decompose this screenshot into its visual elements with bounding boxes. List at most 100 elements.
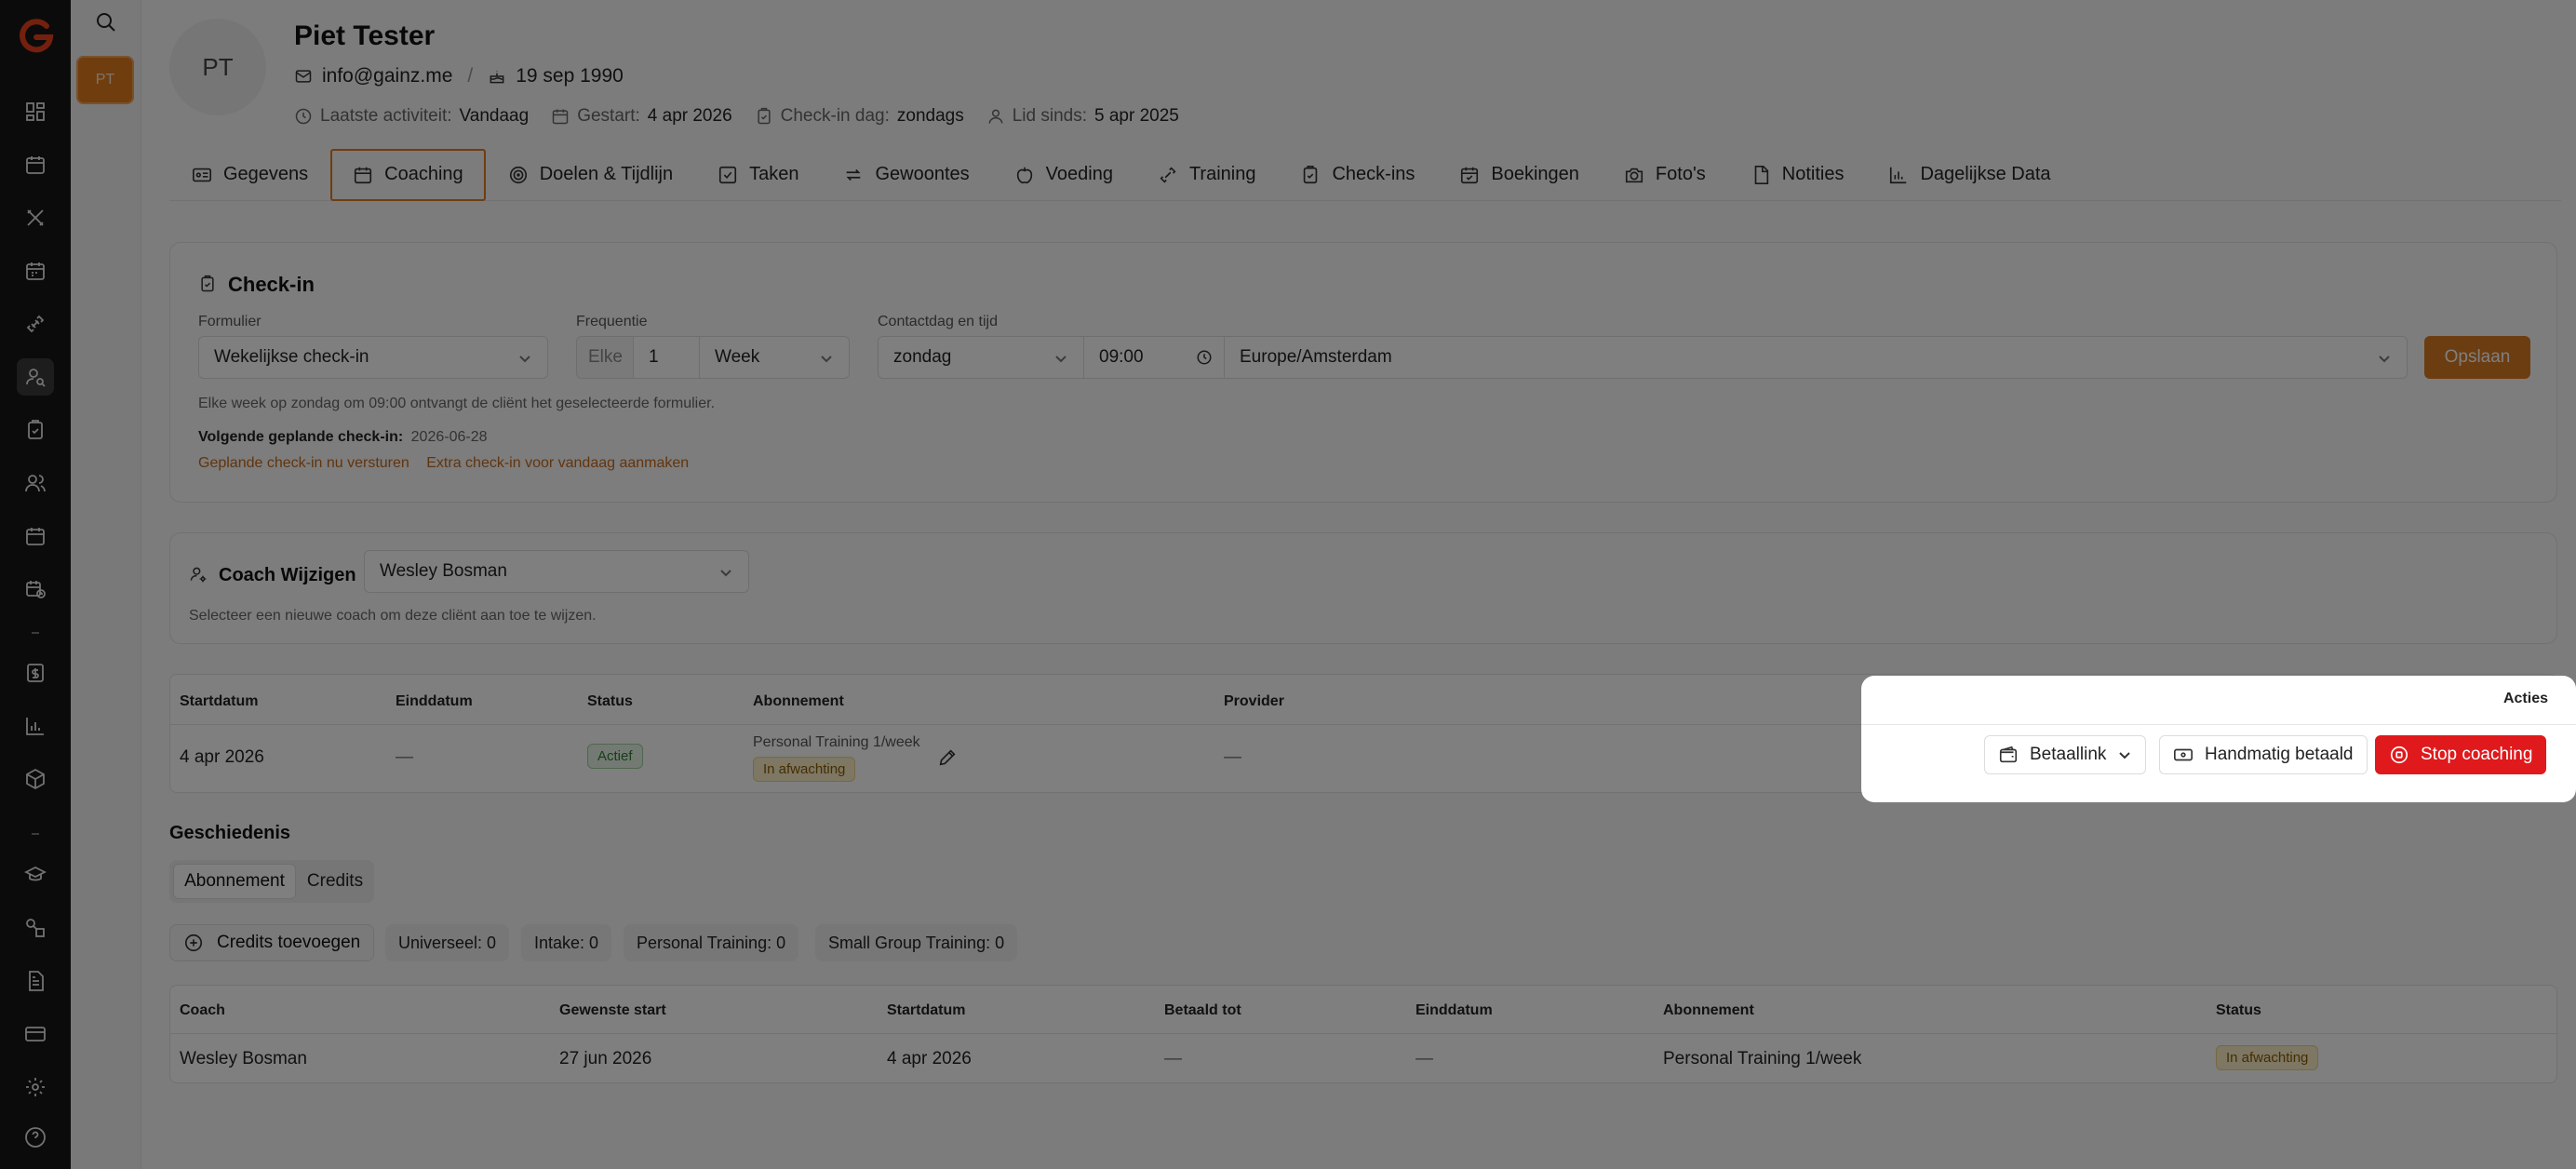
mail-icon	[295, 70, 312, 83]
help-icon[interactable]	[17, 1119, 54, 1156]
chevron-down-icon	[720, 570, 731, 577]
user-search-icon[interactable]	[17, 358, 54, 396]
divider	[32, 632, 39, 634]
checkin-day-label: Check-in dag:	[780, 106, 890, 126]
tab-label: Check-ins	[1332, 164, 1415, 184]
payment-link-label: Betaallink	[2030, 745, 2107, 764]
main-sidebar	[0, 0, 71, 1169]
col-betaald-tot: Betaald tot	[1164, 1002, 1241, 1018]
col-einddatum: Einddatum	[1415, 1002, 1493, 1018]
tab-boekingen[interactable]: Boekingen	[1437, 149, 1602, 201]
invoice-icon[interactable]	[17, 654, 54, 692]
time-input[interactable]: 09:00	[1083, 336, 1225, 379]
day-select[interactable]: zondag	[878, 336, 1084, 379]
form-select-value: Wekelijkse check-in	[214, 347, 369, 367]
checkin-title: Check-in	[228, 273, 315, 296]
add-credits-label: Credits toevoegen	[217, 933, 361, 952]
tab-gewoontes[interactable]: Gewoontes	[821, 149, 991, 201]
frequency-unit-select[interactable]: Week	[699, 336, 850, 379]
dumbbell-icon[interactable]	[17, 305, 54, 343]
clock-icon	[1197, 350, 1212, 365]
col-provider: Provider	[1224, 693, 1284, 709]
client-email[interactable]: info@gainz.me	[322, 65, 452, 87]
history-toggle-abonnement[interactable]: Abonnement	[173, 864, 296, 899]
col-startdatum: Startdatum	[180, 693, 259, 709]
frequency-prefix-text: Elke	[588, 347, 623, 367]
calendar-grid-icon[interactable]	[17, 252, 54, 289]
package-icon[interactable]	[17, 760, 54, 798]
frequency-unit-value: Week	[715, 347, 760, 367]
tab-dagelijkse-data[interactable]: Dagelijkse Data	[1866, 149, 2073, 201]
calendar-icon[interactable]	[17, 146, 54, 183]
table-cell-abonnement: Personal Training 1/week	[1663, 1049, 1862, 1068]
calendar-icon[interactable]	[17, 517, 54, 555]
col-status: Status	[587, 693, 633, 709]
tab-label: Dagelijkse Data	[1920, 164, 2051, 184]
user-cog-icon	[190, 567, 207, 583]
app-logo-icon[interactable]	[13, 13, 58, 58]
clipboard-check-icon	[1304, 165, 1318, 183]
tab-coaching[interactable]: Coaching	[330, 148, 486, 201]
table-cell-betaald-tot: —	[1164, 1049, 1182, 1068]
tab-fotos[interactable]: Foto's	[1602, 149, 1728, 201]
tab-notities[interactable]: Notities	[1728, 149, 1867, 201]
shapes-icon[interactable]	[17, 909, 54, 947]
coach-help-text: Selecteer een nieuwe coach om deze cliën…	[189, 608, 597, 624]
bar-chart-icon[interactable]	[17, 707, 54, 745]
clipboard-icon	[201, 275, 214, 292]
dashboard-icon[interactable]	[17, 93, 54, 130]
client-mini-avatar[interactable]: PT	[76, 56, 134, 104]
credits-pill-small-group: Small Group Training: 0	[815, 924, 1018, 961]
send-checkin-now-link[interactable]: Geplande check-in nu versturen	[198, 455, 409, 471]
table-header-row	[170, 986, 2556, 1034]
tab-check-ins[interactable]: Check-ins	[1278, 149, 1437, 201]
timezone-select[interactable]: Europe/Amsterdam	[1224, 336, 2408, 379]
checkin-day-value: zondags	[896, 106, 964, 126]
manual-paid-button[interactable]: Handmatig betaald	[2159, 735, 2368, 774]
payment-link-dropdown[interactable]: Betaallink	[1984, 735, 2147, 774]
client-avatar: PT	[169, 19, 266, 115]
frequency-number-input[interactable]: 1	[633, 336, 700, 379]
actions-spotlight: Acties Betaallink Handmatig betaald Stop…	[1861, 676, 2576, 802]
divider	[32, 833, 39, 835]
stop-coaching-button[interactable]: Stop coaching	[2375, 735, 2547, 774]
credits-pill-intake: Intake: 0	[521, 924, 612, 961]
add-credits-button[interactable]: Credits toevoegen	[169, 924, 375, 961]
checkin-links: Geplande check-in nu versturen Extra che…	[198, 455, 689, 472]
credit-card-icon[interactable]	[17, 1015, 54, 1053]
history-title: Geschiedenis	[169, 823, 291, 843]
form-select[interactable]: Wekelijkse check-in	[198, 336, 548, 379]
app-root: PT PT Piet Tester info@gainz.me / 19 sep…	[0, 0, 2576, 1169]
calendar-clock-icon[interactable]	[17, 571, 54, 608]
client-name: Piet Tester	[294, 20, 436, 51]
users-icon[interactable]	[17, 464, 54, 502]
stop-coaching-label: Stop coaching	[2421, 745, 2533, 764]
clipboard-icon	[758, 107, 771, 125]
tab-gegevens[interactable]: Gegevens	[169, 149, 330, 201]
save-button[interactable]: Opslaan	[2424, 336, 2530, 379]
coach-card: Coach Wijzigen Wesley Bosman Selecteer e…	[169, 532, 2557, 644]
tab-label: Gewoontes	[875, 164, 970, 184]
settings-icon[interactable]	[17, 1068, 54, 1106]
tab-training[interactable]: Training	[1135, 149, 1279, 201]
edit-icon[interactable]	[937, 747, 958, 768]
extra-checkin-link[interactable]: Extra check-in voor vandaag aanmaken	[426, 455, 689, 471]
clipboard-check-icon[interactable]	[17, 411, 54, 449]
search-icon[interactable]	[95, 11, 117, 34]
calendar-icon	[355, 167, 372, 183]
tab-doelen[interactable]: Doelen & Tijdlijn	[486, 149, 695, 201]
tab-voeding[interactable]: Voeding	[992, 149, 1135, 201]
tab-label: Notities	[1781, 164, 1845, 184]
document-icon[interactable]	[17, 962, 54, 1000]
coach-select[interactable]: Wesley Bosman	[364, 550, 749, 593]
history-toggle-credits[interactable]: Credits	[300, 864, 370, 899]
table-cell-einddatum: —	[1415, 1049, 1433, 1068]
frequency-prefix: Elke	[576, 336, 634, 379]
chevron-down-icon	[821, 356, 832, 363]
started-value: 4 apr 2026	[647, 106, 732, 126]
client-contact-row: info@gainz.me / 19 sep 1990	[294, 65, 624, 87]
tools-icon[interactable]	[17, 199, 54, 236]
graduation-cap-icon[interactable]	[17, 856, 54, 894]
tab-taken[interactable]: Taken	[695, 149, 821, 201]
time-input-value: 09:00	[1099, 347, 1144, 367]
